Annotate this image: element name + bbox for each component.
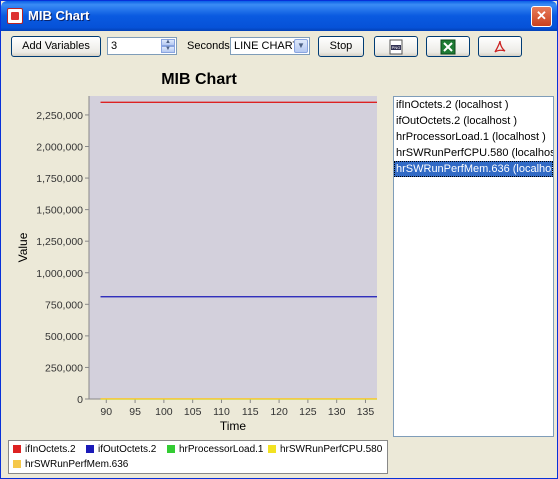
y-axis-label: Value bbox=[16, 232, 30, 262]
legend-swatch bbox=[13, 460, 21, 468]
add-variables-button[interactable]: Add Variables bbox=[11, 36, 101, 57]
x-tick-label: 130 bbox=[328, 406, 346, 418]
variable-list-item[interactable]: ifOutOctets.2 (localhost ) bbox=[394, 113, 553, 129]
legend-label: hrSWRunPerfMem.636 bbox=[25, 459, 129, 470]
chart-type-value: LINE CHART bbox=[234, 40, 300, 52]
y-tick-label: 500,000 bbox=[45, 331, 83, 343]
legend-item: hrSWRunPerfMem.636 bbox=[13, 459, 128, 470]
x-tick-label: 90 bbox=[100, 406, 112, 418]
y-tick-label: 1,000,000 bbox=[36, 268, 83, 280]
legend-label: ifOutOctets.2 bbox=[98, 444, 157, 455]
y-tick-label: 2,000,000 bbox=[36, 142, 83, 154]
legend-item: hrProcessorLoad.1 bbox=[167, 444, 264, 455]
x-tick-label: 100 bbox=[155, 406, 173, 418]
legend-swatch bbox=[13, 445, 21, 453]
spin-up-icon[interactable]: ▲ bbox=[161, 39, 175, 46]
y-tick-label: 1,500,000 bbox=[36, 205, 83, 217]
chart-panel: MIB Chart 0 250,000 500,000 750,000 1,000,000… bbox=[9, 64, 391, 436]
legend-label: ifInOctets.2 bbox=[25, 444, 76, 455]
export-excel-button[interactable] bbox=[426, 36, 470, 57]
stop-button[interactable]: Stop bbox=[318, 36, 364, 57]
title-bar[interactable]: MIB Chart ✕ bbox=[1, 1, 557, 31]
legend-label: hrSWRunPerfCPU.580 bbox=[280, 444, 383, 455]
export-pdf-button[interactable] bbox=[478, 36, 522, 57]
legend-item: ifOutOctets.2 bbox=[86, 444, 156, 455]
seconds-label: Seconds bbox=[187, 40, 230, 52]
legend-item: ifInOctets.2 bbox=[13, 444, 76, 455]
y-tick-label: 2,250,000 bbox=[36, 110, 83, 122]
chart-type-select[interactable]: LINE CHART ▼ bbox=[230, 37, 310, 55]
variable-list-item[interactable]: hrSWRunPerfCPU.580 (localhost ) bbox=[394, 145, 553, 161]
x-tick-label: 105 bbox=[184, 406, 202, 418]
spin-down-icon[interactable]: ▼ bbox=[161, 46, 175, 53]
legend-swatch bbox=[268, 445, 276, 453]
y-tick-label: 750,000 bbox=[45, 299, 83, 311]
variable-list-item[interactable]: hrProcessorLoad.1 (localhost ) bbox=[394, 129, 553, 145]
interval-value[interactable]: 3 bbox=[111, 40, 117, 52]
excel-icon bbox=[440, 39, 456, 54]
legend-item: hrSWRunPerfCPU.580 bbox=[268, 444, 382, 455]
png-icon-text: PNG bbox=[392, 45, 401, 50]
y-tick-label: 1,250,000 bbox=[36, 236, 83, 248]
x-tick-label: 135 bbox=[357, 406, 375, 418]
export-png-button[interactable]: PNG bbox=[374, 36, 418, 57]
x-tick-label: 115 bbox=[242, 406, 259, 418]
variable-list-item[interactable]: ifInOctets.2 (localhost ) bbox=[394, 97, 553, 113]
mib-line-chart: MIB Chart 0 250,000 500,000 750,000 1,000,000… bbox=[16, 71, 377, 433]
window-title: MIB Chart bbox=[28, 8, 90, 23]
y-tick-label: 0 bbox=[77, 394, 83, 406]
mib-chart-window: MIB Chart ✕ Add Variables 3 ▲ ▼ Seconds … bbox=[0, 0, 558, 479]
y-tick-label: 250,000 bbox=[45, 362, 83, 374]
variable-list-item[interactable]: hrSWRunPerfMem.636 (localhost ) bbox=[394, 161, 553, 177]
x-tick-label: 125 bbox=[299, 406, 317, 418]
y-tick-label: 1,750,000 bbox=[36, 173, 83, 185]
x-axis-label: Time bbox=[220, 419, 247, 433]
x-tick-label: 120 bbox=[270, 406, 288, 418]
variables-list[interactable]: ifInOctets.2 (localhost ) ifOutOctets.2 (… bbox=[393, 96, 554, 437]
interval-spinner[interactable]: 3 ▲ ▼ bbox=[107, 37, 177, 55]
app-icon bbox=[7, 8, 23, 24]
x-tick-label: 110 bbox=[213, 406, 230, 418]
close-button[interactable]: ✕ bbox=[531, 6, 552, 27]
chevron-down-icon[interactable]: ▼ bbox=[294, 39, 308, 53]
pdf-icon bbox=[494, 40, 506, 53]
plot-background bbox=[89, 96, 377, 399]
chart-title: MIB Chart bbox=[161, 71, 237, 88]
png-file-icon: PNG bbox=[389, 39, 403, 54]
chart-legend: ifInOctets.2 ifOutOctets.2 hrProcessorLoad… bbox=[8, 440, 388, 474]
legend-swatch bbox=[167, 445, 175, 453]
legend-swatch bbox=[86, 445, 94, 453]
legend-label: hrProcessorLoad.1 bbox=[179, 444, 264, 455]
x-tick-label: 95 bbox=[129, 406, 141, 418]
